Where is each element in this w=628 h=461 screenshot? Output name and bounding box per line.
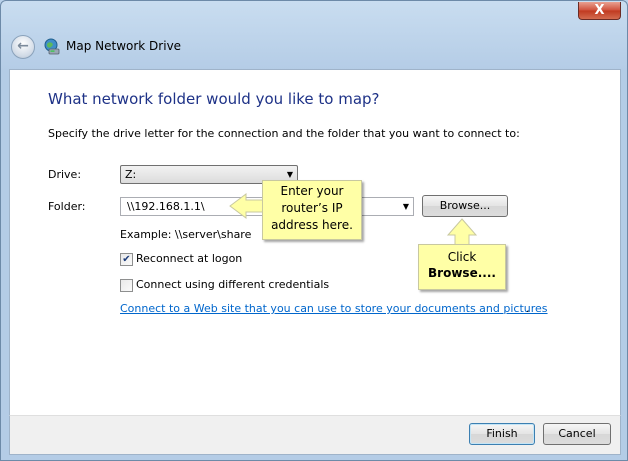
callout-line: router’s IP bbox=[281, 201, 343, 215]
router-ip-callout: Enter your router’s IP address here. bbox=[262, 180, 362, 240]
callout-line: Enter your bbox=[280, 184, 344, 198]
example-text: Example: \\server\share bbox=[120, 228, 252, 241]
folder-label: Folder: bbox=[48, 200, 86, 213]
link-period: . bbox=[526, 302, 530, 315]
map-network-drive-window: X ← Map Network Drive What network folde… bbox=[0, 0, 628, 461]
content-panel: What network folder would you like to ma… bbox=[9, 69, 621, 417]
web-site-link[interactable]: Connect to a Web site that you can use t… bbox=[120, 302, 548, 315]
drive-label: Drive: bbox=[48, 168, 82, 181]
window-title: Map Network Drive bbox=[66, 39, 182, 53]
credentials-label: Connect using different credentials bbox=[136, 278, 330, 291]
folder-dropdown-arrow-icon[interactable]: ▼ bbox=[403, 198, 409, 215]
instruction-text: Specify the drive letter for the connect… bbox=[48, 127, 520, 140]
network-drive-icon bbox=[44, 38, 60, 55]
close-button[interactable]: X bbox=[578, 2, 621, 20]
credentials-checkbox[interactable] bbox=[120, 279, 133, 292]
footer-bar: Finish Cancel bbox=[9, 415, 621, 455]
reconnect-label: Reconnect at logon bbox=[136, 252, 243, 265]
callout-line: address here. bbox=[271, 218, 353, 232]
finish-button[interactable]: Finish bbox=[469, 423, 535, 445]
browse-button[interactable]: Browse... bbox=[422, 195, 508, 217]
browse-callout: Click Browse.... bbox=[418, 244, 506, 290]
back-button[interactable]: ← bbox=[11, 35, 35, 59]
cancel-button[interactable]: Cancel bbox=[543, 423, 611, 445]
callout-line: Click bbox=[447, 250, 477, 264]
reconnect-checkbox[interactable]: ✔ bbox=[120, 253, 133, 266]
callout-line: Browse.... bbox=[428, 266, 496, 280]
folder-value: \\192.168.1.1\ bbox=[127, 200, 205, 213]
page-heading: What network folder would you like to ma… bbox=[48, 90, 380, 108]
back-arrow-icon: ← bbox=[17, 38, 29, 54]
drive-value: Z: bbox=[125, 168, 137, 181]
